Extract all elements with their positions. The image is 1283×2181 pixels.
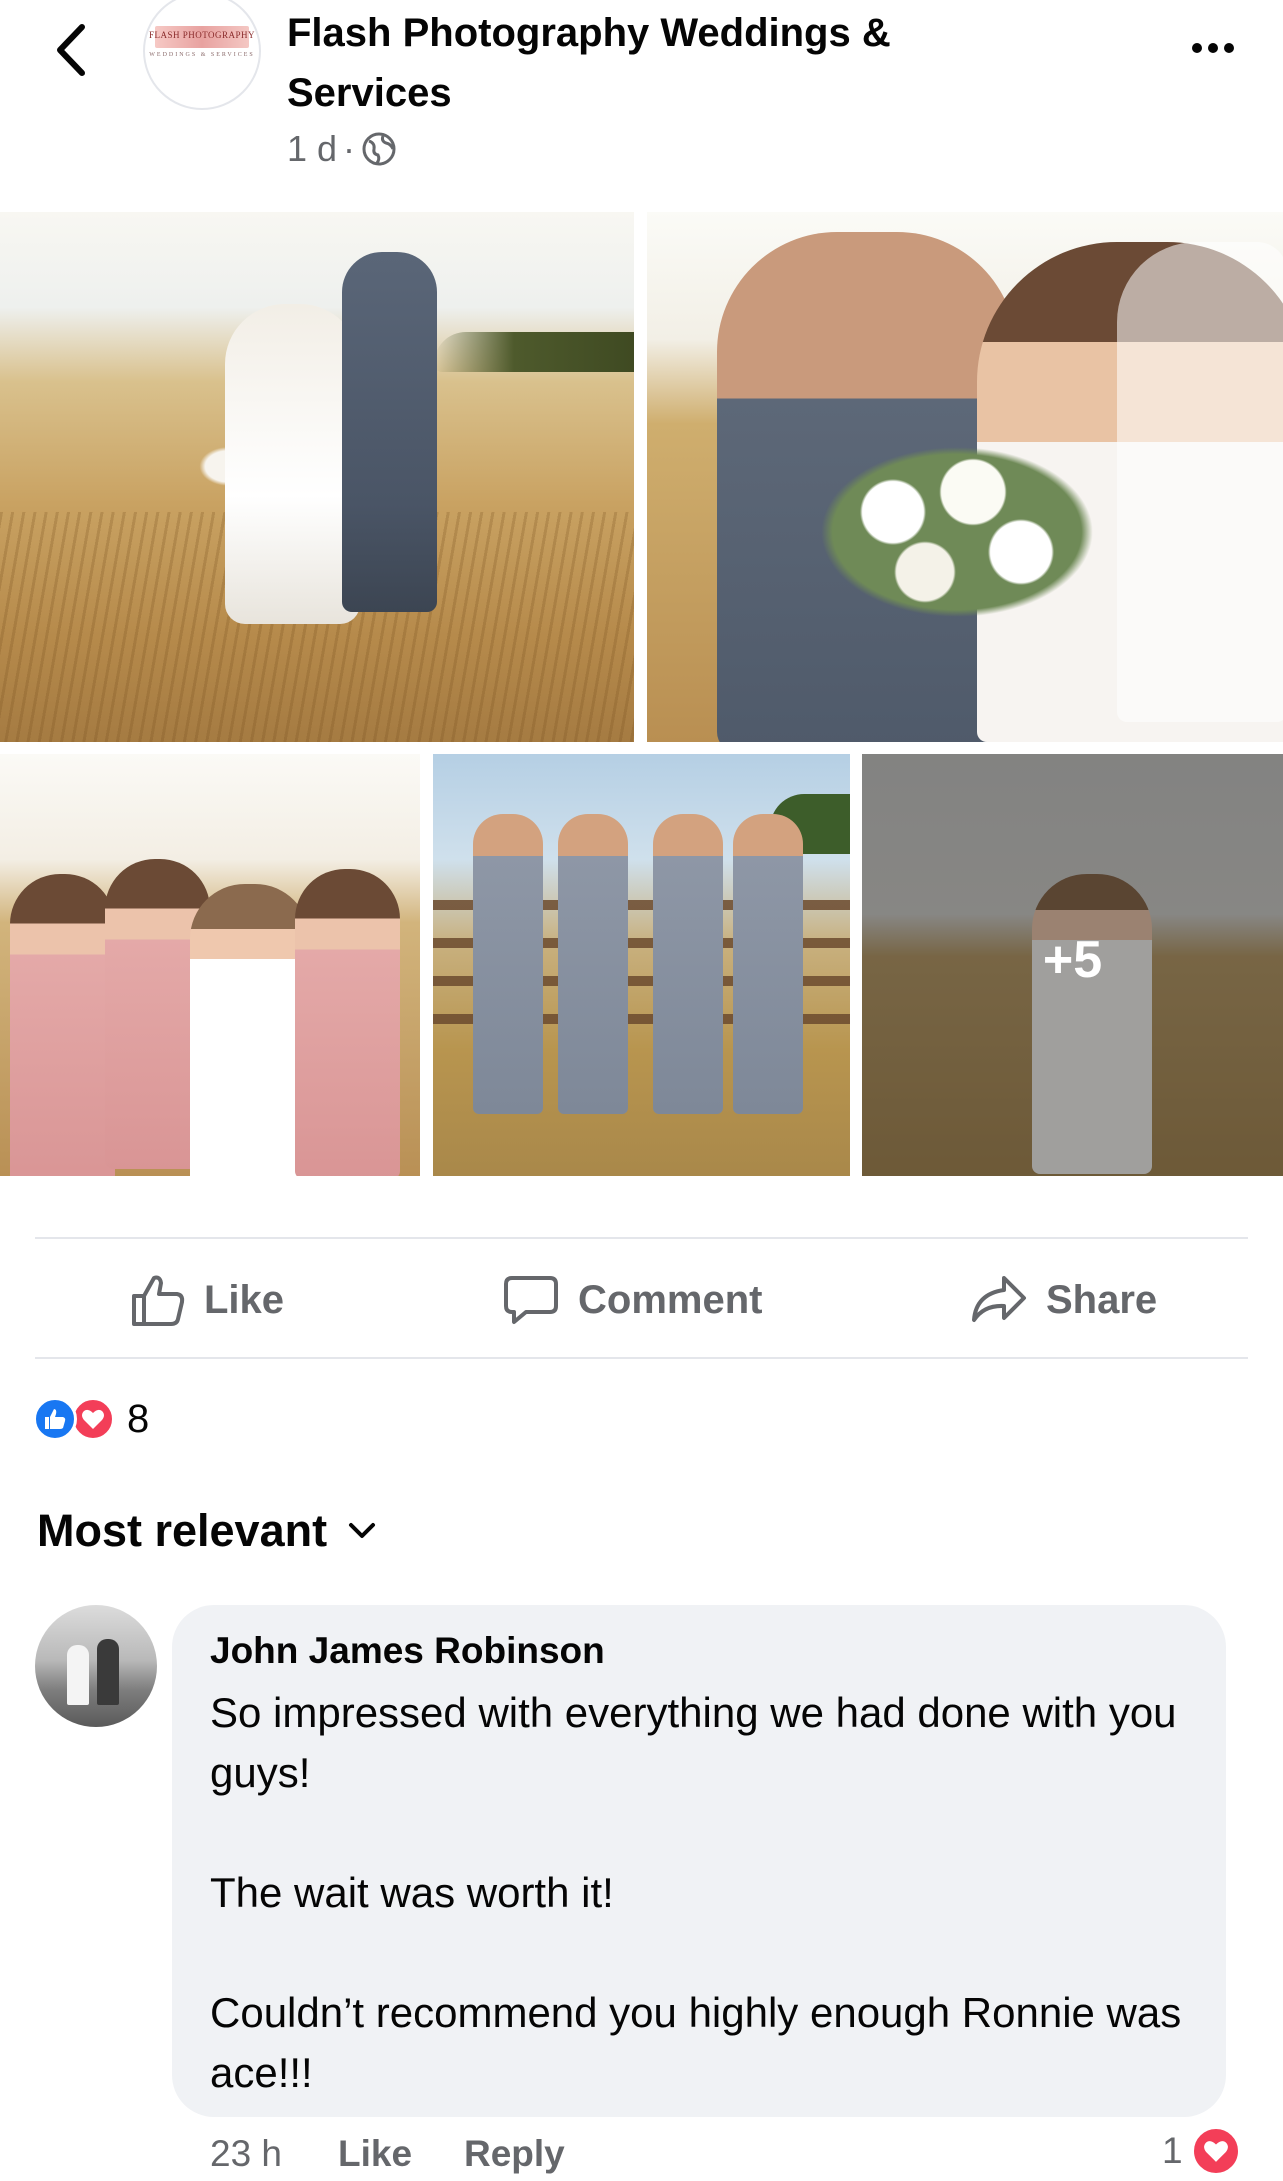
comment-reactions[interactable]: 1 bbox=[1162, 2126, 1241, 2176]
post-photo-2[interactable] bbox=[647, 212, 1283, 742]
post-photo-4[interactable] bbox=[433, 754, 850, 1176]
page-name[interactable]: Flash Photography Weddings & Services bbox=[287, 3, 1047, 123]
post-photo-1[interactable] bbox=[0, 212, 634, 742]
like-button[interactable]: Like bbox=[130, 1262, 284, 1338]
avatar-figure bbox=[97, 1639, 119, 1705]
comment-reaction-count: 1 bbox=[1162, 2130, 1183, 2171]
comment-text: So impressed with everything we had done… bbox=[210, 1689, 1182, 2096]
photo-groomsman bbox=[733, 814, 803, 1114]
like-label: Like bbox=[204, 1277, 285, 1322]
photo-bridesmaid bbox=[10, 874, 115, 1176]
comment-button[interactable]: Comment bbox=[502, 1262, 762, 1338]
back-button[interactable] bbox=[40, 14, 102, 86]
photo-bouquet bbox=[797, 432, 1117, 632]
photo-bridesmaid bbox=[295, 869, 400, 1176]
photo-veil bbox=[1117, 242, 1283, 722]
post-photo-5[interactable]: +5 bbox=[862, 754, 1283, 1176]
love-reaction-icon bbox=[1190, 2126, 1241, 2176]
chevron-down-icon bbox=[349, 1523, 376, 1538]
photo-groomsman bbox=[558, 814, 628, 1114]
dot-icon bbox=[1192, 43, 1202, 53]
comment-label: Comment bbox=[578, 1277, 763, 1322]
divider bbox=[35, 1237, 1248, 1239]
photo-trees bbox=[434, 332, 634, 372]
dot-icon bbox=[1224, 43, 1234, 53]
like-reaction-icon bbox=[33, 1397, 77, 1441]
post-time[interactable]: 1 d bbox=[287, 127, 337, 171]
post-photo-3[interactable] bbox=[0, 754, 420, 1176]
globe-icon bbox=[362, 132, 396, 166]
photo-groom bbox=[342, 252, 437, 612]
meta-separator: · bbox=[343, 128, 356, 169]
divider bbox=[35, 1357, 1248, 1359]
share-button[interactable]: Share bbox=[970, 1262, 1157, 1338]
share-arrow-icon bbox=[972, 1276, 1026, 1322]
more-photos-count: +5 bbox=[1042, 931, 1103, 989]
comment-reply-button[interactable]: Reply bbox=[464, 2130, 565, 2178]
comment-icon bbox=[504, 1276, 558, 1324]
reaction-count: 8 bbox=[127, 1396, 150, 1441]
page-avatar[interactable]: FLASH PHOTOGRAPHY WEDDINGS & SERVICES bbox=[143, 0, 261, 110]
comment-like-button[interactable]: Like bbox=[338, 2130, 412, 2178]
share-label: Share bbox=[1046, 1277, 1158, 1322]
sort-label: Most relevant bbox=[37, 1505, 328, 1556]
commenter-avatar[interactable] bbox=[35, 1605, 157, 1727]
dot-icon bbox=[1208, 43, 1218, 53]
photo-groomsman bbox=[473, 814, 543, 1114]
logo-text: FLASH PHOTOGRAPHY bbox=[148, 30, 256, 40]
more-options-button[interactable] bbox=[1168, 20, 1258, 76]
avatar-figure bbox=[67, 1645, 89, 1705]
logo-subtext: WEDDINGS & SERVICES bbox=[149, 52, 255, 58]
comment-timestamp[interactable]: 23 h bbox=[210, 2130, 282, 2178]
photo-bride bbox=[225, 304, 360, 624]
love-reaction-icon bbox=[71, 1397, 115, 1441]
photo-bride bbox=[190, 884, 310, 1176]
comment-sort-dropdown[interactable]: Most relevant bbox=[37, 1505, 377, 1557]
comment-author[interactable]: John James Robinson bbox=[210, 1628, 605, 1674]
reactions-summary[interactable]: 8 bbox=[33, 1394, 149, 1444]
post-meta: 1 d · bbox=[287, 120, 397, 178]
thumbs-up-icon bbox=[132, 1275, 185, 1326]
photo-groomsman bbox=[653, 814, 723, 1114]
chevron-left-icon bbox=[57, 24, 85, 76]
